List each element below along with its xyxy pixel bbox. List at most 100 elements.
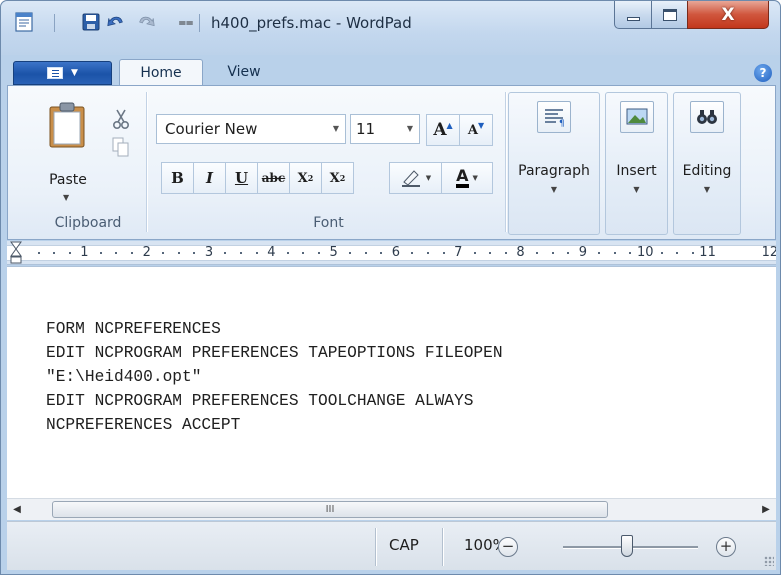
scroll-right-icon[interactable]: ▶ [756, 499, 776, 520]
ruler-tick [598, 252, 601, 254]
ruler-tick [131, 252, 134, 254]
document-icon [47, 67, 64, 79]
find-icon [690, 101, 724, 133]
cut-icon[interactable] [112, 108, 130, 130]
grow-font-button[interactable]: A ▲ [426, 114, 460, 146]
scroll-left-icon[interactable]: ◀ [7, 499, 27, 520]
chevron-down-icon: ▼ [63, 193, 70, 202]
ruler-tick [224, 252, 227, 254]
undo-icon[interactable] [106, 12, 126, 32]
strikethrough-button[interactable]: abc [257, 162, 290, 194]
tab-view[interactable]: View [212, 59, 276, 86]
status-separator [375, 528, 376, 566]
underline-button[interactable]: U [225, 162, 258, 194]
grow-font-icon: ▲ [446, 120, 453, 130]
font-size-value: 11 [356, 120, 376, 138]
chevron-down-icon: ▼ [406, 124, 413, 133]
ruler-number: 1 [80, 245, 89, 260]
ruler-tick [535, 252, 538, 254]
zoom-in-button[interactable]: + [716, 537, 736, 557]
maximize-button[interactable] [651, 1, 688, 29]
chevron-down-icon: ▼ [550, 185, 558, 194]
window-title: h400_prefs.mac - WordPad [211, 14, 412, 32]
shrink-font-label: A [467, 122, 478, 138]
ruler-tick [442, 252, 445, 254]
horizontal-scrollbar[interactable]: ◀ III ▶ [7, 498, 776, 520]
document-area[interactable]: FORM NCPREFERENCES EDIT NCPROGRAM PREFERE… [7, 266, 776, 498]
ruler-tick [380, 252, 383, 254]
caps-lock-indicator: CAP [389, 536, 419, 554]
save-icon[interactable] [81, 12, 101, 32]
insert-group-button[interactable]: Insert ▼ [605, 92, 668, 235]
font-color-button[interactable]: A ▼ [441, 162, 493, 194]
group-separator [146, 92, 147, 232]
title-bar[interactable]: ⩵ h400_prefs.mac - WordPad X [1, 1, 780, 55]
picture-icon [619, 101, 654, 133]
status-bar: CAP 100% − + [7, 521, 776, 570]
ruler-number: 5 [329, 245, 338, 260]
grow-font-label: A [433, 120, 447, 140]
superscript-mark: 2 [339, 173, 346, 183]
shrink-font-icon: ▼ [477, 120, 485, 130]
ruler-tick [53, 252, 56, 254]
indent-marker-icon[interactable] [10, 241, 22, 265]
zoom-slider-thumb[interactable] [621, 535, 633, 557]
subscript-button[interactable]: X2 [289, 162, 322, 194]
shrink-font-button[interactable]: A ▼ [459, 114, 493, 146]
document-line: FORM NCPREFERENCES [46, 320, 221, 338]
document-line: EDIT NCPROGRAM PREFERENCES TAPEOPTIONS F… [46, 344, 503, 362]
qat-separator [199, 14, 200, 32]
highlighter-icon [401, 170, 420, 187]
document-line: "E:\Heid400.opt" [46, 368, 202, 386]
ruler-number: 2 [142, 245, 151, 260]
wordpad-window: ⩵ h400_prefs.mac - WordPad X ▼ Home View… [0, 0, 781, 575]
ruler[interactable]: 123456789101112 [7, 241, 776, 265]
ruler-number: 12 [761, 245, 776, 260]
ruler-tick [691, 252, 694, 254]
ruler-number: 4 [267, 245, 276, 260]
document-text[interactable]: FORM NCPREFERENCES EDIT NCPROGRAM PREFERE… [46, 317, 503, 437]
ruler-tick [426, 252, 429, 254]
copy-icon[interactable] [112, 136, 130, 158]
customize-qat-icon[interactable]: ⩵ [176, 12, 196, 32]
redo-icon[interactable] [136, 12, 156, 32]
ruler-tick [255, 252, 258, 254]
ruler-tick [286, 252, 289, 254]
editing-group-button[interactable]: Editing ▼ [673, 92, 741, 235]
editing-group-label: Editing [682, 163, 732, 179]
font-name-select[interactable]: Courier New ▼ [156, 114, 346, 144]
superscript-button[interactable]: X2 [321, 162, 354, 194]
ruler-tick [551, 252, 554, 254]
ruler-tick [317, 252, 320, 254]
chevron-down-icon: ▼ [425, 174, 432, 182]
bold-button[interactable]: B [161, 162, 194, 194]
ruler-tick [411, 252, 414, 254]
superscript-label: X [329, 170, 340, 186]
font-group-label: Font [313, 215, 344, 231]
paste-button[interactable]: Paste ▼ [40, 98, 100, 208]
chevron-down-icon: ▼ [472, 174, 478, 182]
group-separator [505, 92, 506, 232]
zoom-out-button[interactable]: − [498, 537, 518, 557]
help-icon[interactable]: ? [754, 64, 772, 82]
font-size-select[interactable]: 11 ▼ [350, 114, 420, 144]
minimize-button[interactable] [614, 1, 652, 29]
close-icon: X [721, 4, 735, 25]
wordpad-app-icon[interactable] [14, 12, 34, 32]
highlight-color-button[interactable]: ▼ [389, 162, 442, 194]
ruler-tick [489, 252, 492, 254]
italic-button[interactable]: I [193, 162, 226, 194]
paragraph-group-button[interactable]: ¶ Paragraph ▼ [508, 92, 600, 235]
scrollbar-thumb[interactable]: III [52, 501, 608, 518]
subscript-mark: 2 [307, 173, 314, 183]
resize-grip-icon[interactable] [764, 556, 774, 566]
file-menu-button[interactable]: ▼ [13, 61, 112, 85]
close-button[interactable]: X [687, 1, 769, 29]
document-line: NCPREFERENCES ACCEPT [46, 416, 241, 434]
ruler-tick [629, 252, 632, 254]
chevron-down-icon: ▼ [332, 124, 339, 133]
subscript-label: X [297, 170, 308, 186]
ruler-tick [37, 252, 40, 254]
qat-separator [54, 14, 55, 32]
tab-home[interactable]: Home [119, 59, 203, 86]
